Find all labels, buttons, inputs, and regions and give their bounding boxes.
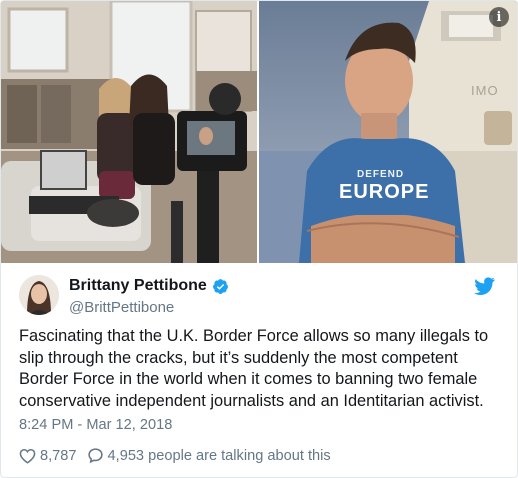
tweet-text-line: slip through the cracks, but it’s sudden…	[19, 348, 458, 367]
tweet-timestamp[interactable]: 8:24 PM - Mar 12, 2018	[19, 417, 172, 433]
media-photo-left[interactable]	[1, 1, 257, 263]
like-count: 8,787	[40, 447, 77, 464]
ship-sign-text: IMO	[471, 83, 499, 98]
reply-action[interactable]: 4,953 people are talking about this	[87, 447, 331, 464]
tweet-text-line: Fascinating that the U.K. Border Force a…	[19, 327, 489, 345]
heart-icon	[19, 448, 36, 464]
author-names[interactable]: Brittany Pettibone @BrittPettibone	[69, 277, 229, 316]
tweet-text: Fascinating that the U.K. Border Force a…	[19, 326, 503, 412]
kitchen-interview-image	[1, 1, 257, 263]
verified-badge-icon	[212, 278, 228, 294]
tweet-actions: 8,787 4,953 people are talking about thi…	[19, 447, 341, 464]
shirt-text-defend: DEFEND	[357, 169, 405, 180]
twitter-bird-icon[interactable]	[474, 277, 495, 295]
tweet-header: Brittany Pettibone @BrittPettibone	[19, 275, 503, 323]
media-photo-right[interactable]: IMO DEFEND EUROPE i	[259, 1, 517, 263]
talking-count: 4,953 people are talking about this	[107, 447, 331, 464]
like-action[interactable]: 8,787	[19, 448, 77, 464]
avatar-image	[19, 275, 59, 315]
display-name[interactable]: Brittany Pettibone	[69, 277, 207, 295]
speech-bubble-icon	[87, 448, 103, 464]
defend-europe-image	[259, 1, 517, 263]
tweet-card[interactable]: IMO DEFEND EUROPE i Brittany Pettibone @…	[0, 0, 518, 478]
shirt-text-europe: EUROPE	[339, 181, 430, 203]
tweet-text-line: Border Force in the world when it comes …	[19, 370, 478, 388]
tweet-media[interactable]: IMO DEFEND EUROPE i	[1, 1, 517, 263]
info-icon[interactable]: i	[489, 7, 509, 27]
tweet-text-line: conservative independent journalists and…	[19, 391, 484, 410]
avatar[interactable]	[19, 275, 59, 315]
user-handle[interactable]: @BrittPettibone	[69, 299, 229, 316]
